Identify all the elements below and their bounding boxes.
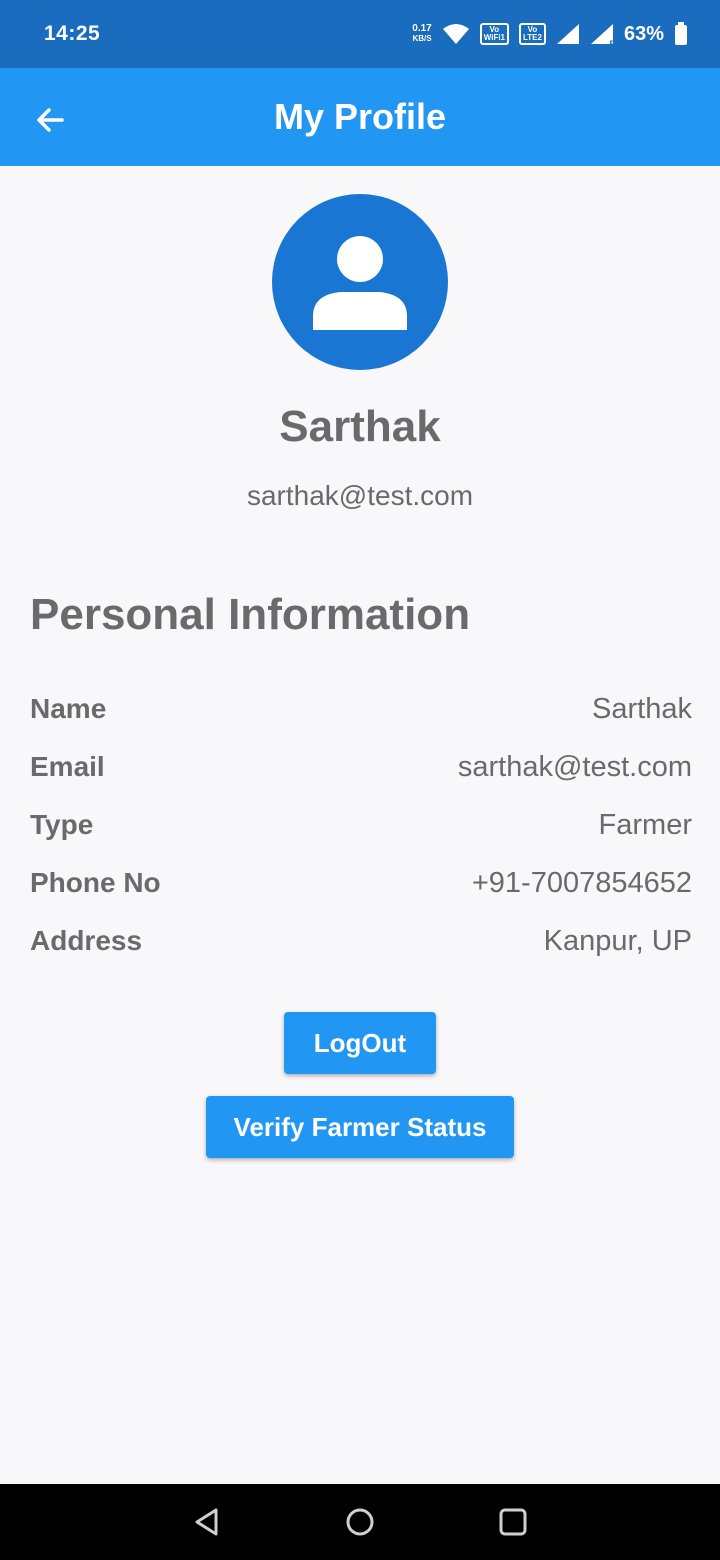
volte-wifi-bottom: WiFi1 [483, 33, 505, 42]
status-icons: 0.17 KB/S Vo WiFi1 Vo LTE2 R 63% [412, 22, 688, 49]
volte-lte-bottom: LTE2 [523, 33, 542, 42]
nav-back-button[interactable] [177, 1492, 237, 1552]
back-button[interactable] [30, 100, 70, 140]
circle-home-icon [346, 1508, 374, 1536]
info-value: Farmer [598, 808, 692, 841]
info-label: Email [30, 751, 105, 782]
info-row-email: Email sarthak@test.com [30, 738, 692, 796]
nav-home-button[interactable] [330, 1492, 390, 1552]
signal-icon [556, 23, 580, 45]
logout-button[interactable]: LogOut [284, 1012, 436, 1074]
status-bar: 14:25 0.17 KB/S Vo WiFi1 Vo LTE2 R 63% [0, 0, 720, 68]
info-row-phone: Phone No +91-7007854652 [30, 854, 692, 912]
person-icon [313, 236, 407, 330]
section-title-personal-information: Personal Information [30, 590, 471, 639]
info-label: Address [30, 925, 143, 956]
arrow-left-icon [37, 108, 64, 132]
avatar [272, 194, 448, 370]
battery-icon [674, 22, 688, 46]
info-value: Kanpur, UP [543, 924, 692, 957]
volte-wifi-badge: Vo WiFi1 [479, 23, 509, 45]
personal-info-list: Name Sarthak Email sarthak@test.com Type… [30, 680, 692, 970]
info-row-address: Address Kanpur, UP [30, 912, 692, 970]
verify-farmer-status-button[interactable]: Verify Farmer Status [206, 1096, 514, 1158]
info-label: Phone No [30, 867, 161, 898]
network-speed: 0.17 KB/S [412, 24, 431, 44]
volte-lte-badge: Vo LTE2 [519, 23, 546, 45]
info-row-name: Name Sarthak [30, 680, 692, 738]
system-nav-bar [0, 1484, 720, 1560]
profile-email: sarthak@test.com [246, 480, 474, 511]
app-bar: My Profile [0, 68, 720, 166]
info-label: Type [30, 809, 94, 840]
battery-percentage: 63% [623, 22, 664, 45]
profile-name: Sarthak [279, 402, 441, 451]
triangle-back-icon [195, 1508, 218, 1536]
nav-recents-button[interactable] [483, 1492, 543, 1552]
wifi-icon [442, 23, 470, 45]
square-recents-icon [499, 1508, 527, 1536]
roaming-marker: R [609, 39, 616, 49]
page-title: My Profile [273, 96, 447, 137]
info-value: Sarthak [592, 692, 692, 725]
signal-roaming-icon: R [590, 23, 616, 49]
info-row-type: Type Farmer [30, 796, 692, 854]
info-label: Name [30, 693, 107, 724]
info-value: sarthak@test.com [457, 750, 692, 783]
status-time: 14:25 [44, 22, 101, 45]
network-speed-unit: KB/S [412, 34, 432, 43]
network-speed-value: 0.17 [412, 23, 432, 34]
info-value: +91-7007854652 [471, 866, 692, 899]
